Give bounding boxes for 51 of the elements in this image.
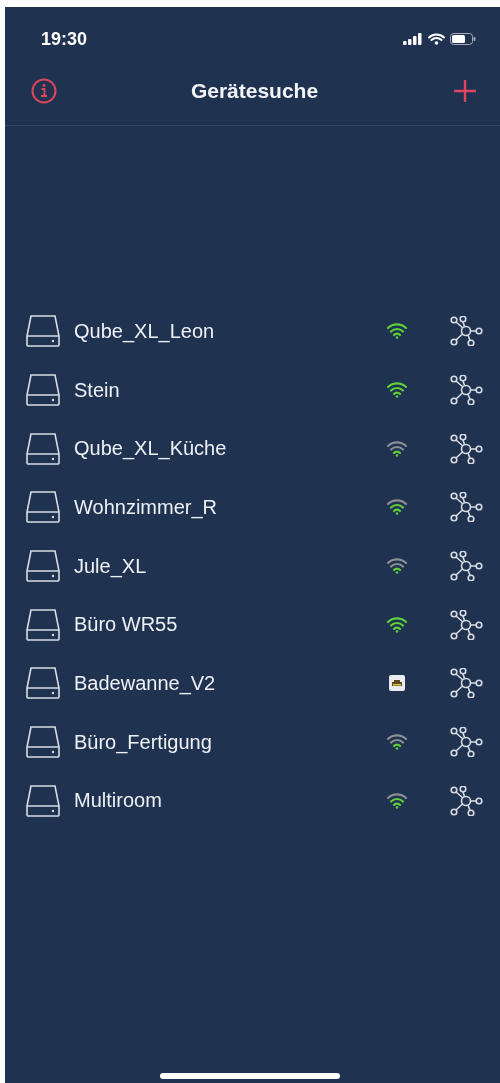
network-icon[interactable]	[449, 375, 483, 406]
wifi-signal-icon	[386, 734, 408, 751]
info-button[interactable]	[29, 76, 59, 106]
signal-icon	[403, 33, 423, 45]
status-time: 19:30	[41, 28, 88, 50]
device-item[interactable]: Jule_XL	[5, 536, 500, 596]
drive-icon	[25, 725, 61, 760]
wifi-signal-icon	[386, 440, 408, 457]
device-name: Stein	[74, 378, 121, 402]
device-item[interactable]: Büro WR55	[5, 595, 500, 655]
ethernet-port-icon	[389, 675, 405, 692]
battery-icon	[450, 33, 476, 45]
device-name: Qube_XL_Küche	[74, 437, 228, 461]
device-name: Büro_Fertigung	[74, 730, 213, 754]
device-item[interactable]: Multiroom	[5, 771, 500, 831]
network-icon[interactable]	[449, 609, 483, 640]
network-icon[interactable]	[449, 433, 483, 464]
wifi-signal-icon	[386, 382, 408, 399]
wifi-signal-icon	[386, 323, 408, 340]
drive-icon	[25, 314, 61, 349]
device-name: Wohnzimmer_R	[74, 495, 218, 519]
drive-icon	[25, 549, 61, 584]
drive-icon	[25, 373, 61, 408]
drive-icon	[25, 607, 61, 642]
drive-icon	[25, 431, 61, 466]
device-item[interactable]: Stein	[5, 360, 500, 420]
device-name: Jule_XL	[74, 554, 148, 578]
network-icon[interactable]	[449, 668, 483, 699]
network-icon[interactable]	[449, 727, 483, 758]
wifi-signal-icon	[386, 558, 408, 575]
wifi-signal-icon	[386, 616, 408, 633]
screen-title: Gerätesuche	[190, 79, 319, 103]
device-name: Badewanne_V2	[74, 671, 217, 695]
drive-icon	[25, 490, 61, 525]
wifi-icon	[428, 33, 445, 45]
wifi-signal-icon	[386, 792, 408, 809]
drive-icon	[25, 666, 61, 701]
device-item[interactable]: Qube_XL_Küche	[5, 419, 500, 479]
drive-icon	[25, 783, 61, 818]
device-item[interactable]: Büro_Fertigung	[5, 712, 500, 772]
device-item[interactable]: Badewanne_V2	[5, 654, 500, 713]
device-name: Multiroom	[74, 789, 163, 813]
network-icon[interactable]	[449, 316, 483, 347]
device-name: Büro WR55	[74, 613, 179, 637]
wifi-signal-icon	[386, 499, 408, 516]
device-name: Qube_XL_Leon	[74, 319, 216, 343]
network-icon[interactable]	[449, 785, 483, 816]
device-item[interactable]: Qube_XL_Leon	[5, 302, 500, 361]
network-icon[interactable]	[449, 492, 483, 523]
device-item[interactable]: Wohnzimmer_R	[5, 478, 500, 537]
network-icon[interactable]	[449, 551, 483, 582]
